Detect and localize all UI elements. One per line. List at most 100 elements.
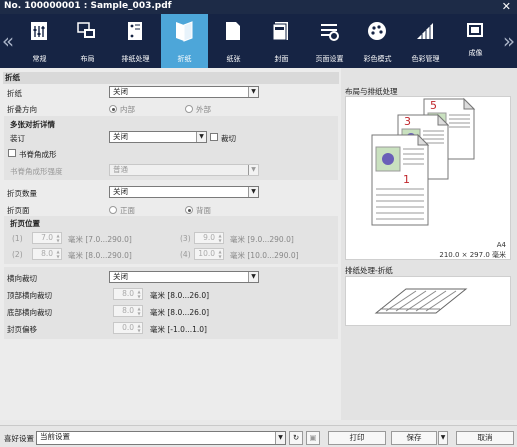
position-3-label: (3) (180, 234, 191, 243)
fold-select[interactable]: 关闭 ▼ (109, 86, 259, 98)
tab-label: 封面 (274, 55, 289, 63)
position-1-label: (1) (12, 234, 23, 243)
tab-general[interactable]: 常规 (16, 14, 63, 68)
horizontal-trim-value: 关闭 (113, 272, 128, 281)
refresh-button[interactable]: ↻ (289, 431, 303, 445)
tab-imaging[interactable]: 成像 (452, 14, 499, 68)
tab-label: 成像 (468, 49, 483, 57)
print-button[interactable]: 打印 (328, 431, 386, 445)
face-back-radio[interactable] (185, 206, 193, 214)
scroll-right-icon[interactable]: » (501, 14, 517, 68)
position-1-input[interactable]: 7.0 ▲ ▼ (32, 232, 62, 244)
horizontal-trim-label: 横向裁切 (7, 274, 37, 283)
layout-preview-pages (371, 97, 476, 226)
layout-preview-box: 5 3 1 A4 210.0 × 297.0 毫米 (345, 96, 511, 260)
position-3-input[interactable]: 9.0 ▲ ▼ (194, 232, 224, 244)
paper-dims: 210.0 × 297.0 毫米 (439, 251, 506, 259)
paper-icon (226, 22, 240, 40)
stepper-icon[interactable]: ▲ ▼ (136, 323, 142, 333)
bottom-trim-label: 底部横向裁切 (7, 308, 52, 317)
close-icon[interactable]: ✕ (502, 0, 511, 13)
page-settings-icon (321, 24, 339, 41)
bottom-trim-input[interactable]: 8.0 ▲ ▼ (113, 305, 143, 317)
trim-label: 裁切 (221, 134, 236, 143)
floppy-disk-icon: ▣ (309, 433, 317, 442)
position-2-input[interactable]: 8.0 ▲ ▼ (32, 248, 62, 260)
chevron-down-icon: ▼ (196, 132, 206, 142)
direction-outside-radio[interactable] (185, 105, 193, 113)
binding-select-value: 关闭 (113, 132, 128, 141)
scroll-left-icon[interactable]: « (0, 14, 16, 68)
face-front-radio[interactable] (109, 206, 117, 214)
binding-select[interactable]: 关闭 ▼ (109, 131, 207, 143)
trim-checkbox[interactable] (210, 133, 218, 141)
chevron-down-icon: ▼ (440, 434, 446, 441)
position-3-range: 毫米 [9.0...290.0] (230, 235, 294, 244)
chevron-down-icon: ▼ (248, 87, 258, 97)
tab-color-management[interactable]: 色彩管理 (402, 14, 449, 68)
save-options-button[interactable]: ▼ (438, 431, 448, 445)
page-count-value: 关闭 (113, 187, 128, 196)
tab-page-settings[interactable]: 页面设置 (306, 14, 353, 68)
tab-color-mode[interactable]: 彩色模式 (354, 14, 401, 68)
fold-face-label: 折页面 (7, 206, 30, 215)
direction-inside-label: 内部 (120, 105, 135, 114)
folding-icon (176, 21, 193, 42)
cover-icon (272, 22, 288, 41)
stepper-icon[interactable]: ▲ ▼ (136, 306, 142, 316)
finish-preview-title: 排纸处理-折纸 (345, 266, 393, 275)
fold-select-value: 关闭 (113, 87, 128, 96)
section-header-fold: 折纸 (3, 72, 339, 84)
tab-finishing[interactable]: 排纸处理 (112, 14, 159, 68)
stepper-icon[interactable]: ▲ ▼ (55, 233, 61, 243)
page-number-3: 3 (404, 115, 411, 128)
tab-label: 排纸处理 (121, 55, 150, 63)
position-4-label: (4) (180, 250, 191, 259)
multi-sheet-title: 多张对折详情 (10, 120, 55, 129)
tab-label: 色彩管理 (411, 55, 440, 63)
color-mode-icon (368, 22, 386, 40)
title-bar: No. 100000001 : Sample_003.pdf ✕ (0, 0, 517, 14)
stepper-icon[interactable]: ▲ ▼ (217, 249, 223, 259)
top-trim-value: 8.0 (122, 289, 134, 298)
horizontal-trim-select[interactable]: 关闭 ▼ (109, 271, 259, 283)
fold-position-title: 折页位置 (10, 219, 40, 228)
direction-inside-radio[interactable] (109, 105, 117, 113)
save-preset-button[interactable]: ▣ (306, 431, 320, 445)
chevron-down-icon: ▼ (248, 272, 258, 282)
position-4-input[interactable]: 10.0 ▲ ▼ (194, 248, 224, 260)
tab-label: 折纸 (177, 55, 192, 63)
stepper-icon[interactable]: ▲ ▼ (136, 289, 142, 299)
book-spine-checkbox[interactable] (8, 149, 16, 157)
page-count-select[interactable]: 关闭 ▼ (109, 186, 259, 198)
book-strength-select[interactable]: 普通 ▼ (109, 164, 259, 176)
fold-label: 折纸 (7, 89, 22, 98)
book-spine-label: 书脊角成形 (19, 150, 57, 159)
cover-shift-value: 0.0 (122, 323, 134, 332)
top-trim-input[interactable]: 8.0 ▲ ▼ (113, 288, 143, 300)
position-1-value: 7.0 (41, 233, 53, 242)
cover-shift-input[interactable]: 0.0 ▲ ▼ (113, 322, 143, 334)
direction-outside-label: 外部 (196, 105, 211, 114)
preview-panel: 布局与排纸处理 5 3 1 A4 210.0 × 297.0 毫米 排纸处理-折… (341, 68, 517, 420)
page-number-5: 5 (430, 99, 437, 112)
tab-layout[interactable]: 布局 (64, 14, 111, 68)
tab-paper[interactable]: 纸张 (210, 14, 257, 68)
settings-toolbar: « 常规 布局 排纸处理 折纸 纸张 封面 页面设置 彩色模式 色彩管理 成像 … (0, 14, 517, 68)
chevron-down-icon: ▼ (275, 432, 285, 444)
cancel-button[interactable]: 取消 (456, 431, 514, 445)
tab-folding[interactable]: 折纸 (161, 14, 208, 68)
stepper-icon[interactable]: ▲ ▼ (217, 233, 223, 243)
folded-sheets-icon (374, 288, 468, 314)
face-front-label: 正面 (120, 206, 135, 215)
book-strength-value: 普通 (113, 165, 128, 174)
refresh-icon: ↻ (292, 433, 300, 442)
stepper-icon[interactable]: ▲ ▼ (55, 249, 61, 259)
settings-panel: 折纸 折纸 关闭 ▼ 折叠方向 内部 外部 多张对折详情 装订 关闭 ▼ 裁切 … (0, 68, 341, 420)
save-button[interactable]: 保存 (391, 431, 437, 445)
preference-select[interactable]: 当前设置 ▼ (36, 431, 286, 445)
general-settings-icon (31, 22, 47, 40)
cover-shift-range: 毫米 [-1.0...1.0] (150, 325, 207, 334)
position-4-range: 毫米 [10.0...290.0] (230, 251, 299, 260)
tab-cover[interactable]: 封面 (258, 14, 305, 68)
